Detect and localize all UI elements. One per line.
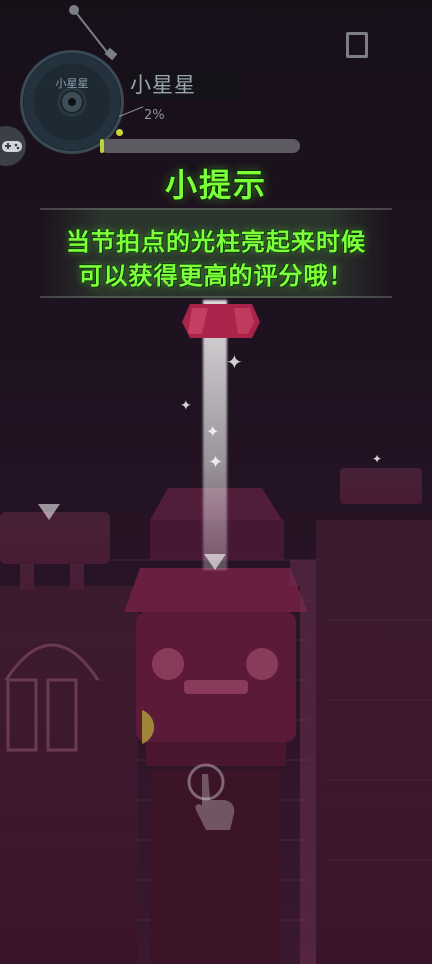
pause-button[interactable] xyxy=(346,32,368,58)
progress-percent: 2% xyxy=(144,108,165,123)
sparkle-icon: ✦ xyxy=(180,398,192,414)
down-arrow-icon xyxy=(38,504,60,520)
progress-fill xyxy=(100,139,104,153)
sparkle-icon: ✦ xyxy=(206,422,220,441)
sparkle-icon: ✦ xyxy=(226,350,243,374)
tip-line-2: 可以获得更高的评分哦！ xyxy=(78,262,354,290)
gamepad-icon xyxy=(2,141,22,152)
progress-bar xyxy=(100,139,300,153)
tip-title: 小提示 xyxy=(164,166,267,204)
disc-label: 小星星 xyxy=(55,77,89,90)
sparkle-icon: ✦ xyxy=(208,452,224,473)
beat-note xyxy=(182,304,260,338)
disc-hole xyxy=(68,98,76,106)
tap-hint-icon xyxy=(187,763,235,830)
down-arrow-icon xyxy=(204,554,226,570)
progress-dot xyxy=(116,129,123,136)
player-hud: 小星星 小星星 2% xyxy=(0,0,432,170)
song-title: 小星星 xyxy=(126,70,240,100)
tip-line-1: 当节拍点的光柱亮起来时候 xyxy=(66,228,366,256)
sparkle-icon: ✦ xyxy=(372,452,383,466)
